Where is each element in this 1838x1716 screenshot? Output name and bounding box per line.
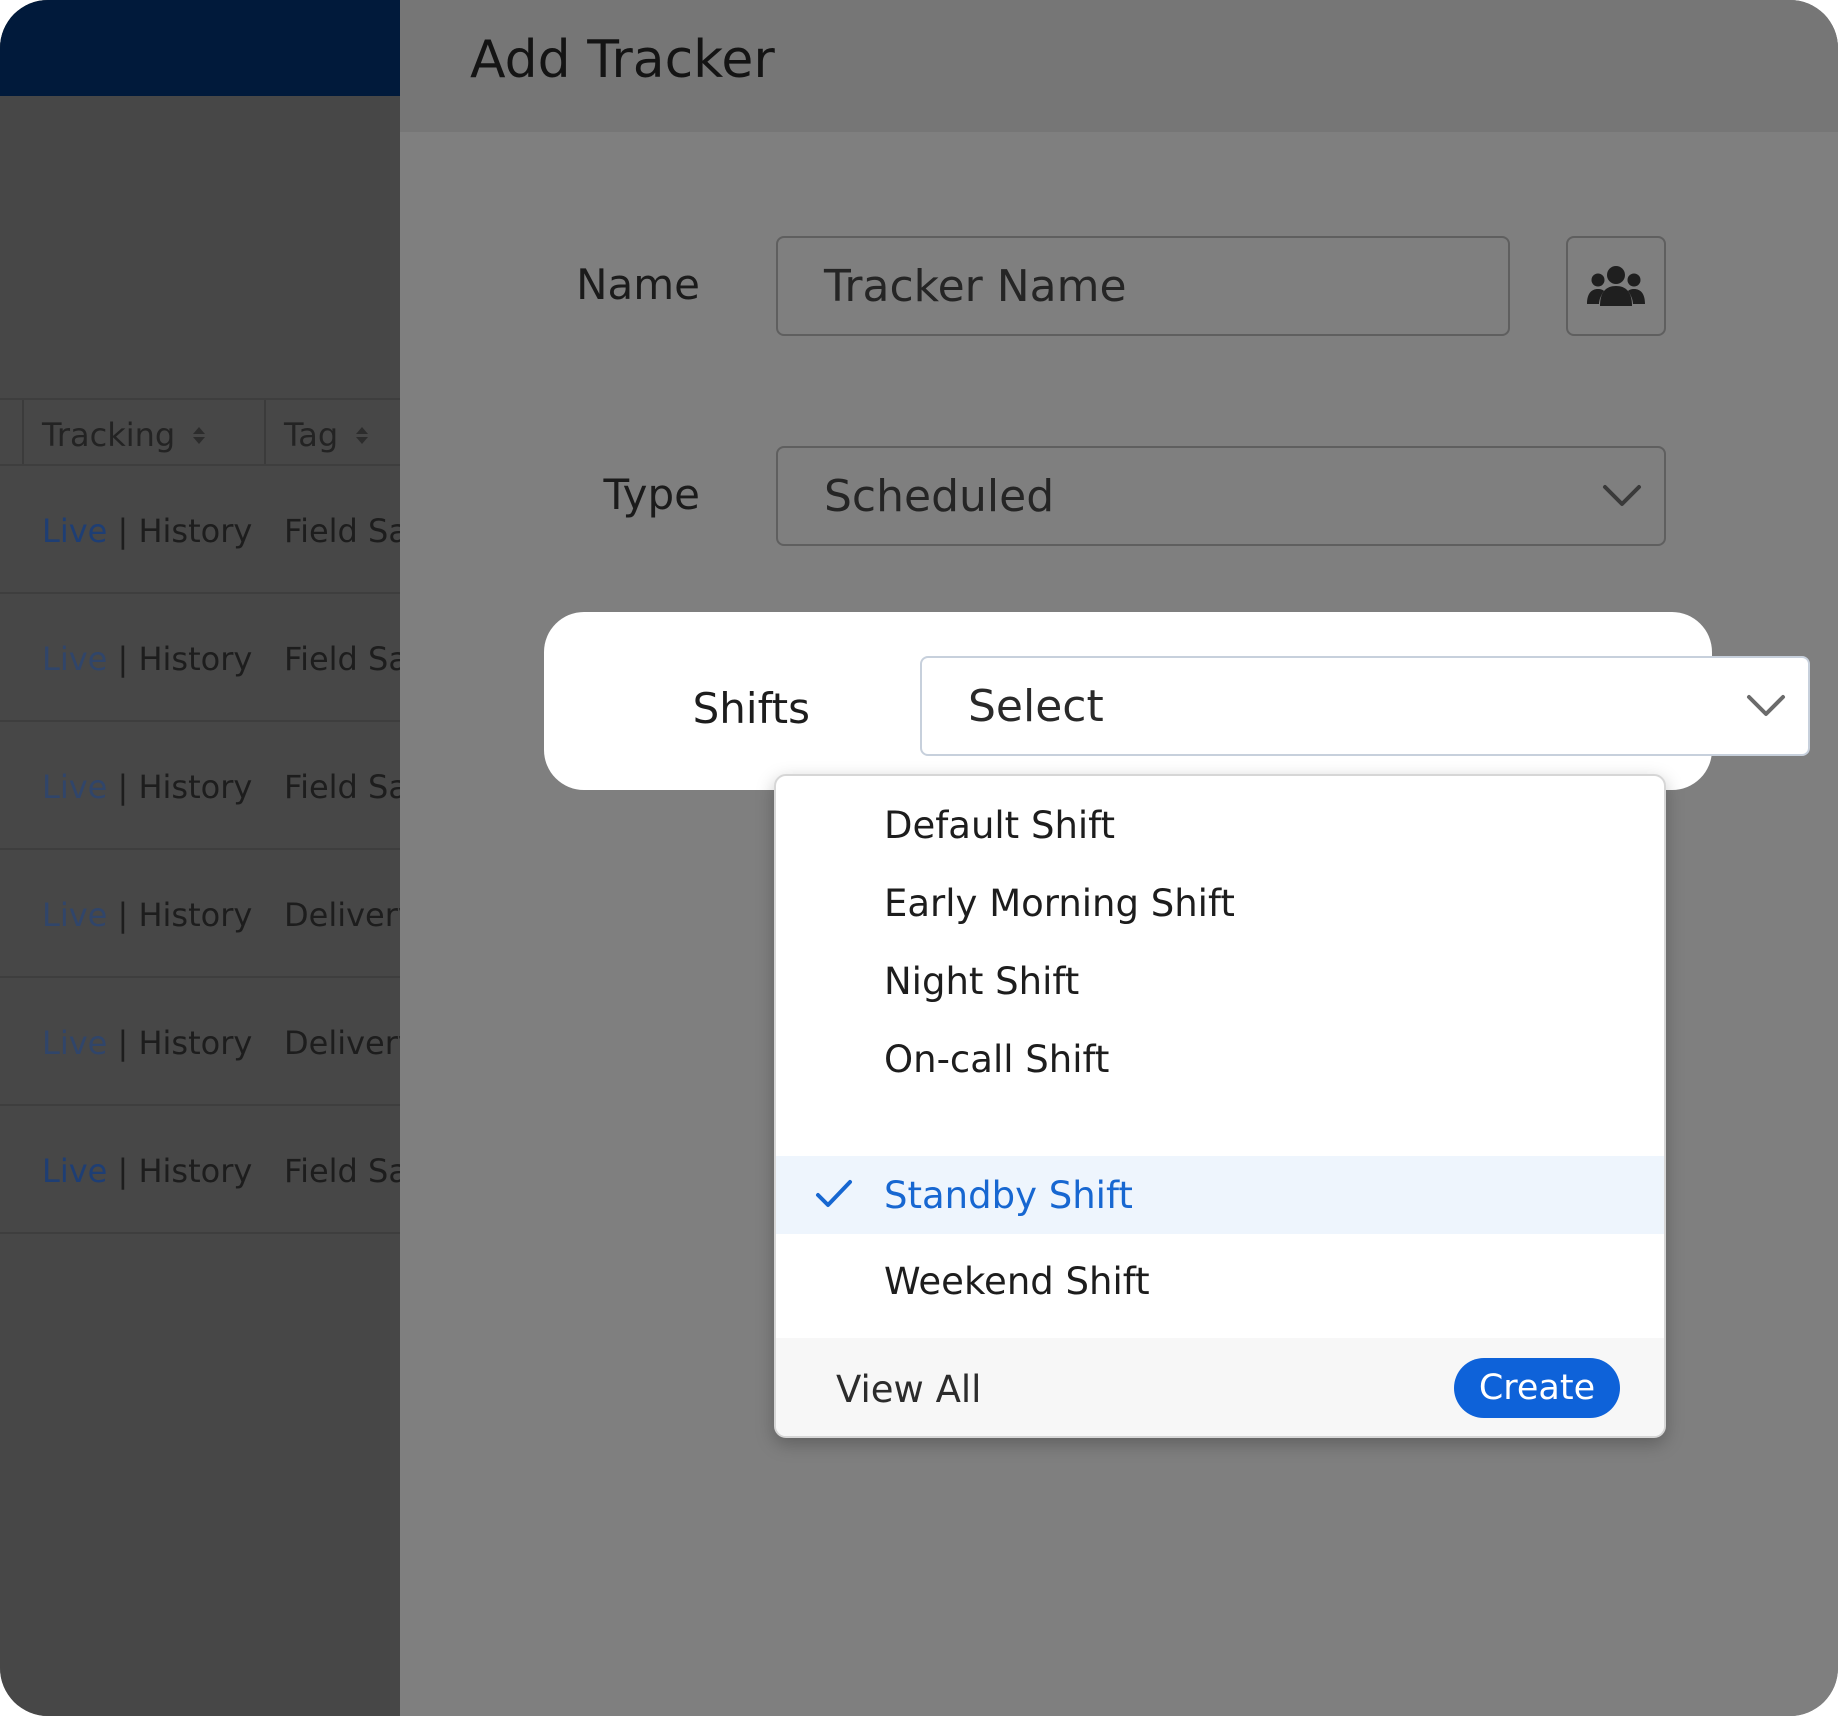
table-row: Live | History Delivery (0, 850, 417, 978)
shift-option-default[interactable]: Default Shift (776, 786, 1664, 864)
drawer-header: Add Tracker (400, 0, 1838, 132)
shift-option-standby[interactable]: Standby Shift (776, 1156, 1664, 1234)
column-header-label: Tracking (42, 416, 176, 454)
shift-option-label: Early Morning Shift (884, 881, 1235, 925)
chevron-down-icon (1602, 482, 1641, 508)
name-label: Name (576, 260, 700, 309)
sort-icon (356, 426, 369, 444)
window-frame: Tracking Tag Live | History Field Sa Liv… (0, 0, 1838, 1716)
tag-cell: Field Sa (284, 1152, 408, 1190)
table-row: Live | History Delivery (0, 978, 417, 1106)
shift-option-label: Weekend Shift (884, 1259, 1150, 1303)
background-app: Tracking Tag Live | History Field Sa Liv… (0, 0, 417, 1716)
users-group-icon (1587, 266, 1645, 306)
table-row: Live | History Field Sa (0, 1106, 408, 1234)
tracking-links: Live | History (42, 896, 252, 934)
view-all-link[interactable]: View All (836, 1368, 981, 1411)
column-header-tag: Tag (284, 416, 369, 454)
tracking-links: Live | History (42, 1152, 252, 1190)
assign-group-button[interactable] (1566, 236, 1666, 336)
live-link: Live (42, 768, 108, 806)
type-select-value: Scheduled (824, 470, 1055, 522)
shift-option-label: On-call Shift (884, 1037, 1110, 1081)
column-divider (264, 400, 266, 464)
chevron-down-icon (1746, 692, 1785, 718)
tracking-links: Live | History (42, 1024, 252, 1062)
type-label: Type (603, 470, 700, 519)
shifts-label: Shifts (692, 684, 810, 733)
shift-option-label: Standby Shift (884, 1173, 1133, 1217)
background-table-header: Tracking Tag (0, 398, 400, 466)
tracker-name-input[interactable]: Tracker Name (776, 236, 1510, 336)
drawer-title: Add Tracker (470, 30, 775, 90)
live-link: Live (42, 1152, 108, 1190)
table-row: Live | History Field Sa (0, 594, 408, 722)
column-header-label: Tag (284, 416, 339, 454)
history-link: | History (117, 640, 253, 678)
shifts-select-placeholder: Select (968, 680, 1104, 732)
shifts-select[interactable]: Select (920, 656, 1810, 756)
live-link: Live (42, 512, 108, 550)
checkmark-icon (814, 1176, 854, 1212)
table-row: Live | History Field Sa (0, 466, 408, 594)
live-link: Live (42, 896, 108, 934)
type-select[interactable]: Scheduled (776, 446, 1666, 546)
column-divider (22, 400, 24, 464)
tracking-links: Live | History (42, 768, 252, 806)
shift-option-label: Default Shift (884, 803, 1116, 847)
create-shift-button[interactable]: Create (1454, 1358, 1620, 1418)
history-link: | History (117, 1152, 253, 1190)
shift-option-on-call[interactable]: On-call Shift (776, 1020, 1664, 1098)
table-row: Live | History Field Sa (0, 722, 408, 850)
history-link: | History (117, 512, 253, 550)
history-link: | History (117, 896, 253, 934)
tag-cell: Delivery (284, 1024, 417, 1062)
column-header-tracking: Tracking (42, 416, 206, 454)
tag-cell: Field Sa (284, 640, 408, 678)
history-link: | History (117, 768, 253, 806)
background-topbar (0, 0, 400, 96)
shifts-field-card: Shifts Select (544, 612, 1810, 790)
tracking-links: Live | History (42, 640, 252, 678)
live-link: Live (42, 640, 108, 678)
shift-option-early-morning[interactable]: Early Morning Shift (776, 864, 1664, 942)
tracking-links: Live | History (42, 512, 252, 550)
tag-cell: Field Sa (284, 768, 408, 806)
shift-option-weekend[interactable]: Weekend Shift (776, 1242, 1664, 1320)
shifts-dropdown-menu: Default Shift Early Morning Shift Night … (774, 774, 1666, 1438)
live-link: Live (42, 1024, 108, 1062)
dropdown-footer: View All Create (776, 1338, 1664, 1436)
tag-cell: Delivery (284, 896, 417, 934)
history-link: | History (117, 1024, 253, 1062)
shift-option-label: Night Shift (884, 959, 1080, 1003)
shift-option-night[interactable]: Night Shift (776, 942, 1664, 1020)
sort-icon (193, 426, 206, 444)
tag-cell: Field Sa (284, 512, 408, 550)
